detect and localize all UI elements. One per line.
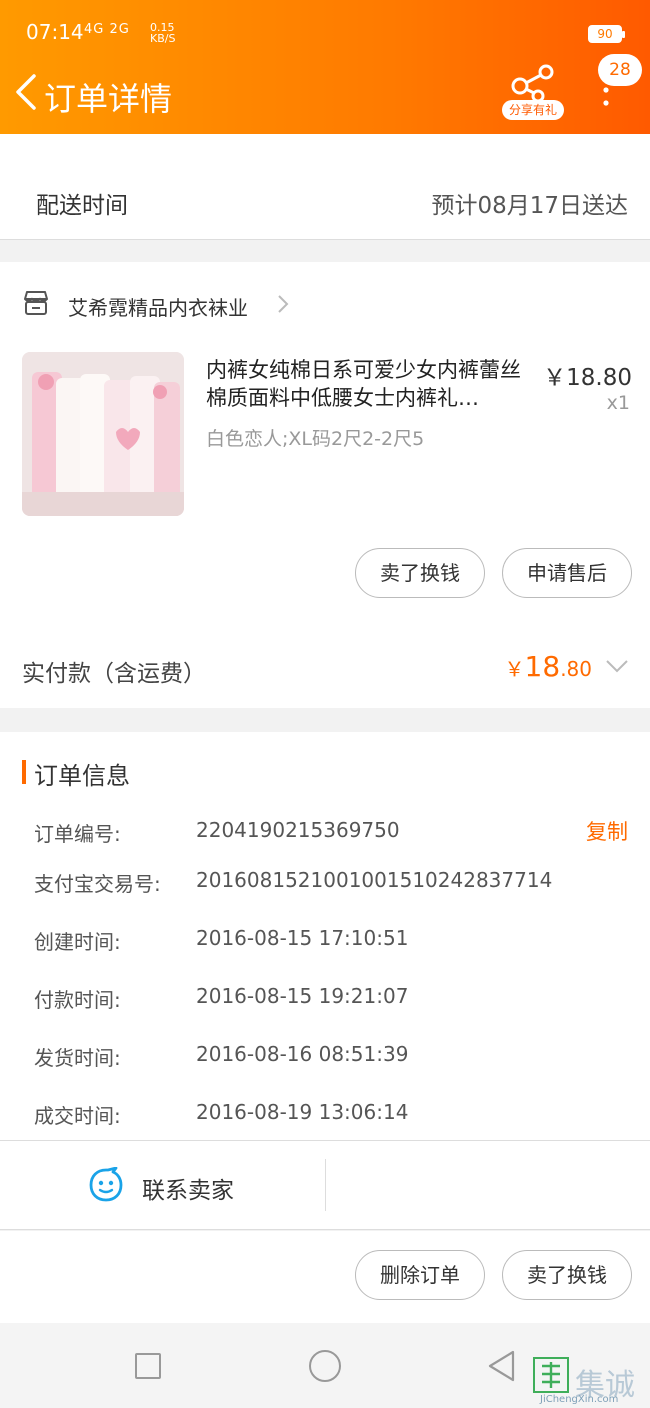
info-label: 发货时间: xyxy=(34,1046,121,1070)
delete-order-button[interactable]: 删除订单 xyxy=(355,1250,485,1300)
product-image xyxy=(22,352,184,516)
info-label: 订单编号: xyxy=(34,822,121,846)
info-label: 付款时间: xyxy=(34,988,121,1012)
sell-for-cash-button[interactable]: 卖了换钱 xyxy=(502,1250,632,1300)
payment-label: 实付款（含运费） xyxy=(22,661,206,687)
paid-time-row: 付款时间: 2016-08-15 19:21:07 xyxy=(0,976,650,1016)
back-icon[interactable] xyxy=(12,72,40,112)
order-info-section: 订单信息 订单编号: 2204190215369750 复制 支付宝交易号: 2… xyxy=(0,732,650,1140)
shop-icon xyxy=(24,291,48,315)
chat-icon xyxy=(89,1167,123,1202)
section-accent-bar xyxy=(22,760,26,784)
share-label: 分享有礼 xyxy=(502,100,564,120)
order-number-value: 2204190215369750 xyxy=(196,818,400,842)
page-title: 订单详情 xyxy=(44,80,173,118)
order-number-row: 订单编号: 2204190215369750 复制 xyxy=(0,810,650,850)
created-time-row: 创建时间: 2016-08-15 17:10:51 xyxy=(0,918,650,958)
delivery-value: 预计08月17日送达 xyxy=(431,193,628,219)
bottom-action-bar: 删除订单 卖了换钱 xyxy=(0,1231,650,1323)
message-badge[interactable]: 28 xyxy=(598,54,642,86)
alipay-trade-value: 2016081521001001510242837714 xyxy=(196,868,553,892)
created-time-value: 2016-08-15 17:10:51 xyxy=(196,926,409,950)
divider xyxy=(325,1159,326,1211)
shop-name: 艾希霓精品内衣袜业 xyxy=(68,296,248,320)
info-label: 支付宝交易号: xyxy=(34,872,161,896)
network-speed: 0.15 KB/S xyxy=(150,22,175,44)
delivery-label: 配送时间 xyxy=(36,193,128,219)
nav-back-icon[interactable] xyxy=(486,1349,516,1383)
more-icon[interactable] xyxy=(598,86,614,110)
info-label: 成交时间: xyxy=(34,1104,121,1128)
network-indicator: 4G 2G xyxy=(84,22,130,37)
nav-home-icon[interactable] xyxy=(309,1350,341,1382)
payment-amount-dec: .80 xyxy=(560,657,592,681)
shipped-time-value: 2016-08-16 08:51:39 xyxy=(196,1042,409,1066)
product-title: 内裤女纯棉日系可爱少女内裤蕾丝棉质面料中低腰女士内裤礼… xyxy=(206,358,521,410)
paid-time-value: 2016-08-15 19:21:07 xyxy=(196,984,409,1008)
contact-bar: 联系卖家 xyxy=(0,1140,650,1230)
copy-button[interactable]: 复制 xyxy=(586,816,628,846)
request-after-sale-button[interactable]: 申请售后 xyxy=(502,548,632,598)
product-sku: 白色恋人;XL码2尺2-2尺5 xyxy=(206,428,425,450)
contact-seller-label: 联系卖家 xyxy=(142,1178,234,1204)
order-card: 艾希霓精品内衣袜业 内裤女纯棉日系可爱少女内裤蕾丝棉质面料中低腰女士内裤礼… 白… xyxy=(0,262,650,708)
nav-recent-icon[interactable] xyxy=(135,1353,161,1379)
shipped-time-row: 发货时间: 2016-08-16 08:51:39 xyxy=(0,1034,650,1074)
chevron-down-icon xyxy=(606,660,628,673)
completed-time-row: 成交时间: 2016-08-19 13:06:14 xyxy=(0,1092,650,1132)
delivery-time-row: 配送时间 预计08月17日送达 xyxy=(0,134,650,240)
completed-time-value: 2016-08-19 13:06:14 xyxy=(196,1100,409,1124)
payment-amount: ￥18.80 xyxy=(505,650,592,683)
status-bar: 07:14 4G 2G 0.15 KB/S 90 xyxy=(0,0,650,62)
alipay-trade-row: 支付宝交易号: 2016081521001001510242837714 xyxy=(0,860,650,900)
sell-for-cash-button[interactable]: 卖了换钱 xyxy=(355,548,485,598)
product-quantity: x1 xyxy=(606,392,630,414)
battery-icon: 90 xyxy=(588,25,625,43)
network-speed-unit: KB/S xyxy=(150,32,176,45)
payment-currency: ￥ xyxy=(504,657,525,681)
order-info-title: 订单信息 xyxy=(34,762,130,790)
info-label: 创建时间: xyxy=(34,930,121,954)
app-header: 07:14 4G 2G 0.15 KB/S 90 订单详情 分享有礼 28 xyxy=(0,0,650,134)
status-time: 07:14 xyxy=(26,20,84,44)
product-price: ￥18.80 xyxy=(543,365,632,391)
watermark-url: JiChengXin.com xyxy=(540,1394,619,1405)
payment-amount-int: 18 xyxy=(524,650,561,683)
chevron-right-icon xyxy=(278,295,289,313)
